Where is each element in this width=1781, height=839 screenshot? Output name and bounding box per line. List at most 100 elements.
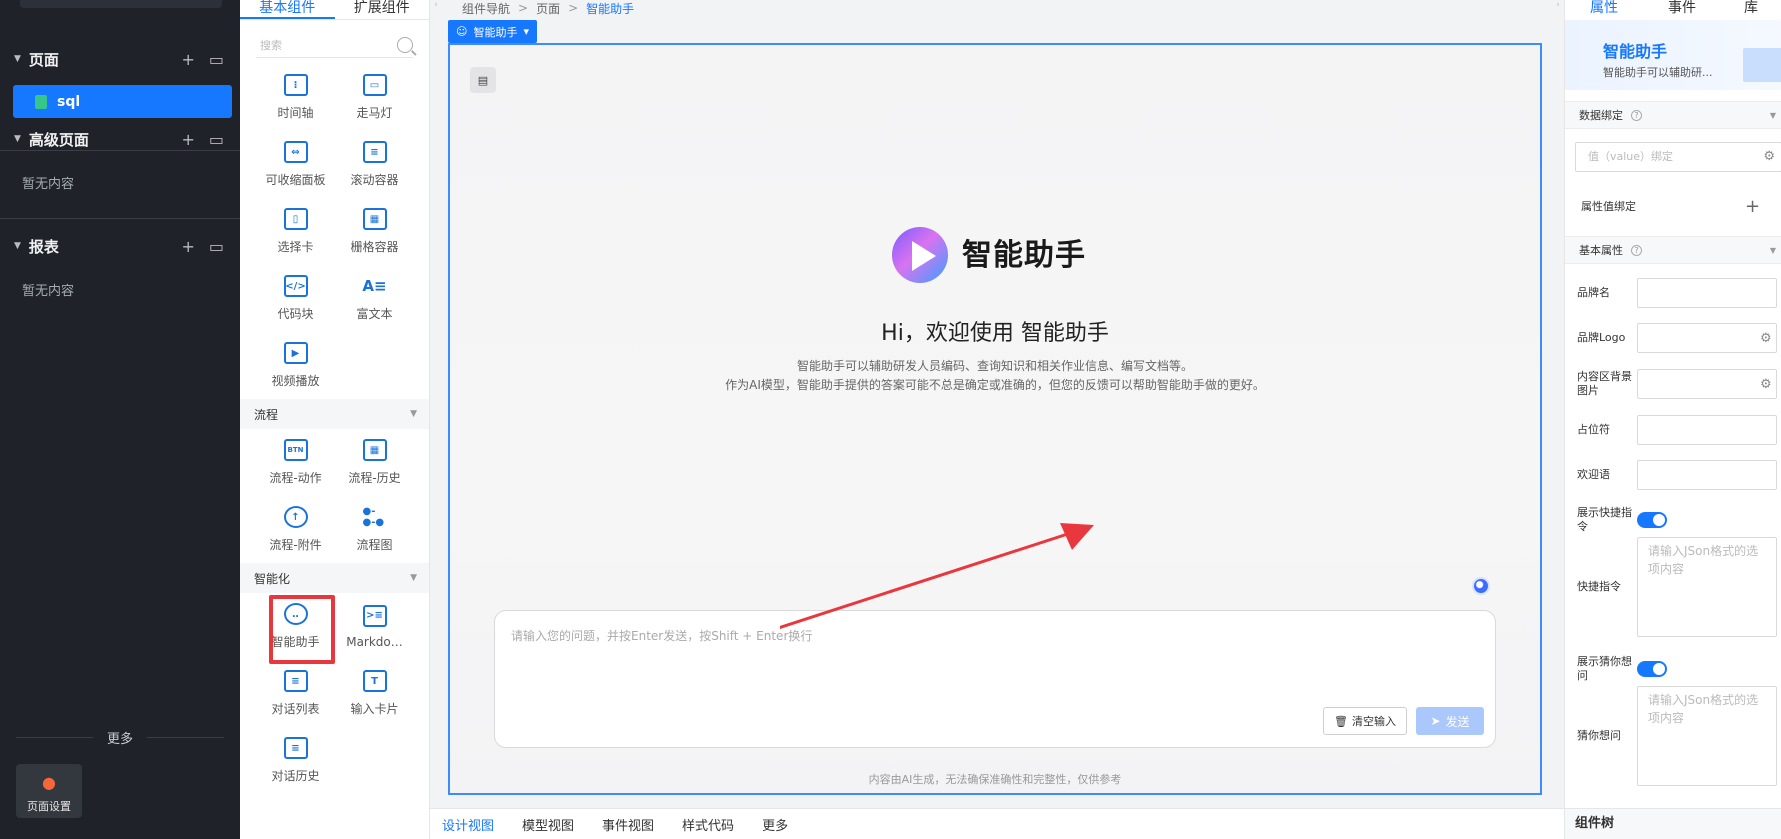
palette-item-carousel[interactable]: ▭ 走马灯 — [335, 64, 414, 131]
show-guess-toggle[interactable] — [1637, 661, 1667, 677]
more-divider[interactable]: 更多 — [16, 728, 225, 747]
collapse-left-icon[interactable]: ‹ — [430, 0, 442, 16]
palette-item-assistant[interactable]: ‥ 智能助手 — [256, 593, 335, 664]
palette-item-input-card[interactable]: T 输入卡片 — [335, 660, 414, 727]
component-tree-header[interactable]: 组件树 — [1565, 808, 1781, 839]
chat-bubble-icon: ‥ — [283, 603, 308, 625]
collapse-right-icon[interactable]: › — [1552, 0, 1564, 16]
folder-icon[interactable]: ▭ — [209, 130, 224, 149]
placeholder-input[interactable] — [1637, 415, 1777, 445]
palette-item-flowchart[interactable]: ●-●-● 流程图 — [335, 496, 414, 563]
gear-icon[interactable]: ⚙ — [1763, 143, 1775, 171]
palette-item-tabs[interactable]: ▯ 选择卡 — [256, 198, 335, 265]
tab-basic-components[interactable]: 基本组件 — [240, 0, 335, 19]
tab-extended-components[interactable]: 扩展组件 — [335, 0, 430, 19]
add-icon[interactable]: + — [1745, 196, 1760, 217]
prop-show-guess: 展示猜你想问 — [1565, 655, 1781, 683]
selected-component-tag[interactable]: ☺ 智能助手 ▾ — [448, 20, 537, 43]
palette-item-markdown[interactable]: >≡ Markdo… — [335, 593, 414, 660]
brand-logo-input[interactable]: ⚙ — [1637, 323, 1777, 353]
group-flow-header[interactable]: 流程 ▼ — [240, 399, 429, 429]
add-icon[interactable]: + — [181, 50, 194, 69]
prop-label: 内容区背景图片 — [1577, 370, 1632, 397]
palette-item-collapse[interactable]: ⇔ 可收缩面板 — [256, 131, 335, 198]
palette-item-timeline[interactable]: ⁝ 时间轴 — [256, 64, 335, 131]
section-basic-props[interactable]: 基本属性? ▼ — [1565, 236, 1781, 264]
nav-section-header[interactable]: ▼ 页面 + ▭ — [0, 39, 240, 79]
caret-down-icon[interactable]: ▼ — [14, 241, 21, 251]
welcome-input[interactable] — [1637, 460, 1777, 490]
prop-label: 展示快捷指令 — [1577, 506, 1632, 533]
breadcrumb-current[interactable]: 智能助手 — [586, 0, 634, 17]
assistant-component[interactable]: ▤ 智能助手 Hi，欢迎使用 智能助手 智能助手可以辅助研发人员编码、查询知识和… — [448, 43, 1542, 795]
tab-library[interactable]: 库 — [1721, 0, 1781, 16]
palette-item-label: 流程-动作 — [269, 471, 322, 485]
palette-item-flow-history[interactable]: ▦ 流程-历史 — [335, 429, 414, 496]
tab-event-view[interactable]: 事件视图 — [602, 815, 654, 834]
show-shortcuts-toggle[interactable] — [1637, 512, 1667, 528]
nav-section-header[interactable]: ▼ 报表 + ▭ — [0, 226, 240, 266]
breadcrumb-item[interactable]: 页面 — [536, 0, 560, 17]
group-ai-header[interactable]: 智能化 ▼ — [240, 563, 429, 593]
page-settings-button[interactable]: ● 页面设置 — [16, 764, 82, 818]
table-icon: ▦ — [362, 439, 387, 461]
palette-item-chat-list[interactable]: ≡ 对话列表 — [256, 660, 335, 727]
caret-down-icon[interactable]: ▼ — [14, 134, 21, 144]
value-binding-field[interactable]: 值（value）绑定 ⚙ — [1575, 142, 1781, 172]
nav-item-sql[interactable]: sql — [13, 85, 232, 118]
add-icon[interactable]: + — [181, 130, 194, 149]
gear-icon[interactable]: ⚙ — [1760, 331, 1772, 346]
palette-item-chat-history[interactable]: ≡ 对话历史 — [256, 727, 335, 794]
breadcrumb-item[interactable]: 组件导航 — [462, 0, 510, 17]
caret-down-icon[interactable]: ▼ — [410, 573, 417, 583]
palette-item-flow-action[interactable]: BTN 流程-动作 — [256, 429, 335, 496]
tab-properties[interactable]: 属性 — [1565, 0, 1643, 16]
palette-item-grid[interactable]: ▦ 栅格容器 — [335, 198, 414, 265]
nav-top-bar — [20, 0, 222, 8]
palette-item-codeblock[interactable]: </> 代码块 — [256, 265, 335, 332]
palette-item-flow-attachment[interactable]: ↑ 流程-附件 — [256, 496, 335, 563]
brand-name-input[interactable] — [1637, 278, 1777, 308]
help-icon[interactable]: ? — [1631, 244, 1642, 256]
palette-item-label: 流程图 — [356, 538, 393, 552]
more-label[interactable]: 更多 — [93, 728, 147, 747]
assistant-float-icon[interactable] — [1472, 577, 1490, 595]
folder-icon[interactable]: ▭ — [209, 237, 224, 256]
palette-item-richtext[interactable]: A≡ 富文本 — [335, 265, 414, 332]
caret-down-icon[interactable]: ▼ — [410, 409, 417, 419]
gear-icon[interactable]: ⚙ — [1760, 377, 1772, 392]
palette-item-video[interactable]: ▶ 视频播放 — [256, 332, 335, 399]
view-tabs: 设计视图 模型视图 事件视图 样式代码 更多 — [430, 808, 1564, 839]
flowchart-icon: ●-●-● — [362, 506, 385, 528]
nav-section-title: 页面 — [28, 50, 59, 69]
tab-events[interactable]: 事件 — [1643, 0, 1721, 16]
shortcuts-textarea[interactable]: 请输入JSon格式的选项内容 — [1637, 537, 1777, 637]
component-search-input[interactable]: 搜索 — [256, 32, 413, 58]
caret-down-icon[interactable]: ▼ — [1770, 246, 1776, 255]
folder-icon[interactable]: ▭ — [209, 50, 224, 69]
tab-design-view[interactable]: 设计视图 — [442, 815, 494, 834]
history-toggle-button[interactable]: ▤ — [470, 67, 496, 93]
tab-more[interactable]: 更多 — [762, 815, 788, 834]
section-data-binding[interactable]: 数据绑定? ▼ — [1565, 101, 1781, 129]
caret-down-icon[interactable]: ▼ — [1770, 111, 1776, 120]
prop-show-shortcuts: 展示快捷指令 — [1565, 506, 1781, 534]
nav-section-header[interactable]: ▼ 高级页面 + ▭ — [0, 119, 240, 159]
tab-model-view[interactable]: 模型视图 — [522, 815, 574, 834]
tab-style-code[interactable]: 样式代码 — [682, 815, 734, 834]
content-bg-input[interactable]: ⚙ — [1637, 369, 1777, 399]
prop-label: 猜你想问 — [1577, 729, 1621, 742]
greeting: Hi，欢迎使用 智能助手 — [881, 321, 1109, 346]
prop-label: 品牌名 — [1577, 286, 1610, 299]
help-icon[interactable]: ? — [1631, 109, 1642, 121]
chevron-down-icon[interactable]: ▾ — [523, 25, 529, 38]
palette-item-label: 流程-历史 — [348, 471, 401, 485]
add-icon[interactable]: + — [181, 237, 194, 256]
caret-down-icon[interactable]: ▼ — [14, 54, 21, 64]
palette-item-scroll[interactable]: ≡ 滚动容器 — [335, 131, 414, 198]
send-button[interactable]: ➤ 发送 — [1416, 707, 1484, 735]
guess-textarea[interactable]: 请输入JSon格式的选项内容 — [1637, 686, 1777, 786]
question-input[interactable]: 请输入您的问题，并按Enter发送，按Shift + Enter换行 🗑 清空输… — [494, 610, 1496, 748]
search-icon[interactable] — [397, 36, 413, 53]
clear-input-button[interactable]: 🗑 清空输入 — [1323, 707, 1407, 735]
